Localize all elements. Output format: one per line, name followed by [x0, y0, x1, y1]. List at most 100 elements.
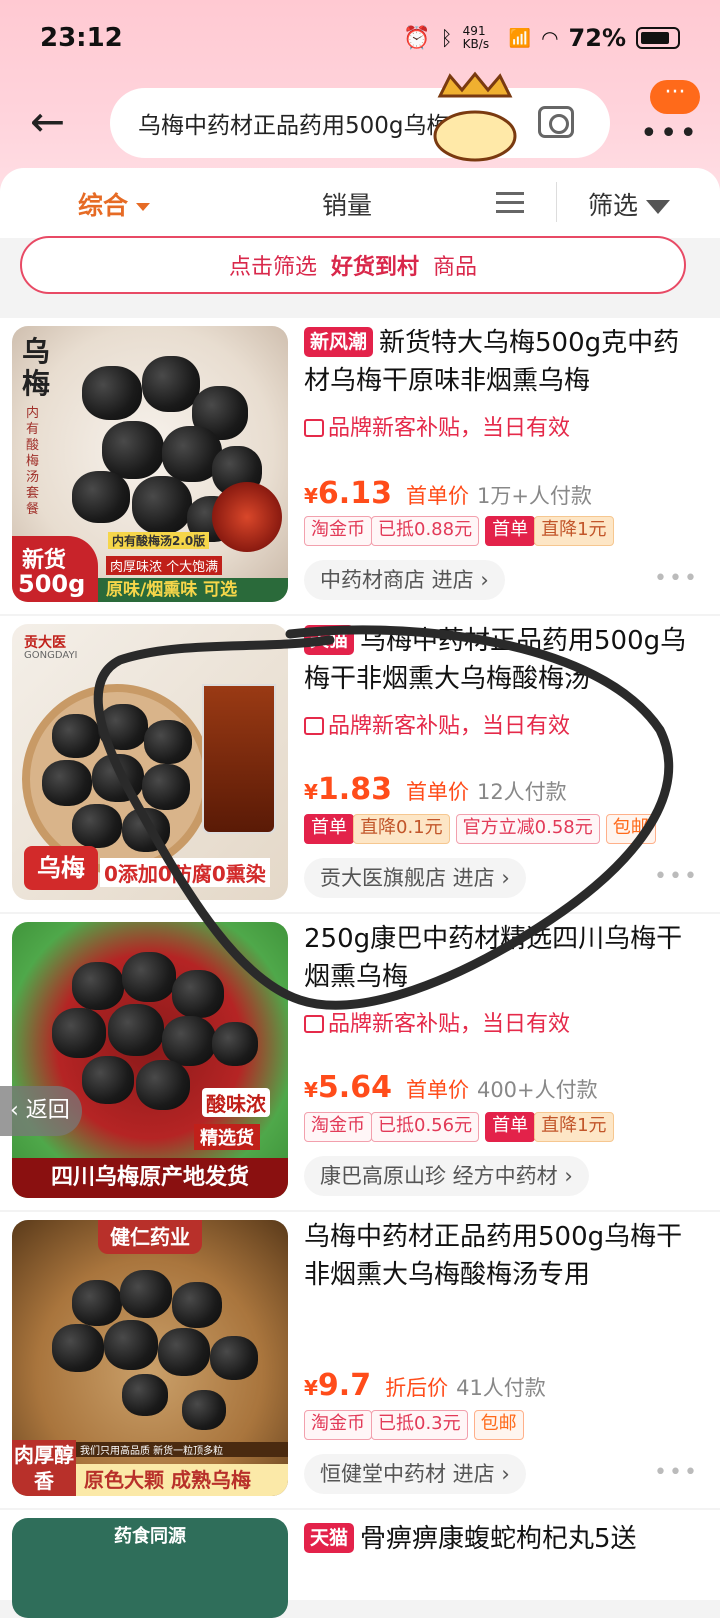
product-card[interactable]: 乌梅 内有酸梅汤套餐 内有酸梅汤2.0版 肉厚味浓 个大饱满 新货 500g 原…	[0, 318, 720, 614]
product-image[interactable]: 药食同源	[12, 1518, 288, 1618]
chip: 直降1元	[534, 1112, 614, 1142]
product-image[interactable]: 健仁药业 肉厚醇香 我们只用高品质 新货一粒顶多粒 原色大颗 成熟乌梅	[12, 1220, 288, 1496]
price-label: 折后价	[385, 1376, 449, 1400]
img-text-a: 贡大医	[24, 635, 66, 651]
price-line: ¥9.7 折后价 41人付款	[304, 1368, 546, 1403]
img-text-g: 肉厚味浓 个大饱满	[106, 556, 223, 575]
banner-part-2: 好货到村	[330, 255, 419, 280]
back-float-button[interactable]: ‹ 返回	[0, 1086, 82, 1136]
product-card[interactable]: 健仁药业 肉厚醇香 我们只用高品质 新货一粒顶多粒 原色大颗 成熟乌梅 乌梅中药…	[0, 1212, 720, 1508]
alarm-icon: ⏰	[403, 25, 431, 51]
battery-percent: 72%	[568, 24, 626, 52]
price-value: 1.83	[317, 772, 392, 807]
chip: 官方立减0.58元	[455, 814, 600, 844]
img-text-a: 药食同源	[114, 1526, 186, 1547]
img-text-c: 原色大颗 成熟乌梅	[76, 1464, 288, 1496]
product-image[interactable]: 乌梅 内有酸梅汤套餐 内有酸梅汤2.0版 肉厚味浓 个大饱满 新货 500g 原…	[12, 326, 288, 602]
message-bubble-icon[interactable]: ···	[650, 80, 700, 114]
promo-chips: 淘金币 已抵0.3元 包邮	[304, 1410, 524, 1440]
chip: 直降0.1元	[353, 814, 450, 844]
more-icon[interactable]: •••	[654, 864, 699, 889]
shop-link[interactable]: 康巴高原山珍 经方中药材 ›	[304, 1156, 589, 1196]
img-text-a: 酸味浓	[202, 1088, 270, 1117]
product-title-text: 250g康巴中药材精选四川乌梅干烟熏乌梅	[304, 924, 683, 992]
more-icon[interactable]: •••	[640, 116, 699, 151]
more-icon[interactable]: •••	[654, 566, 699, 591]
product-image[interactable]: 贡大医 GONGDAYI 乌梅 0添加0防腐0熏染	[12, 624, 288, 900]
img-text-c: 乌梅	[24, 846, 98, 890]
img-text-b: GONGDAYI	[24, 650, 78, 661]
product-card[interactable]: 药食同源 天猫 骨痹痹康蝮蛇枸杞丸5送	[0, 1510, 720, 1618]
chip: 包邮	[605, 814, 656, 844]
sold-count: 41人付款	[456, 1376, 546, 1400]
caret-down-icon	[136, 203, 151, 211]
promo-text: 品牌新客补贴，当日有效	[328, 714, 571, 739]
speaker-icon	[304, 419, 324, 437]
tab-filter[interactable]: 筛选	[588, 186, 671, 222]
promo-line: 品牌新客补贴，当日有效	[304, 1006, 570, 1038]
promo-chips: 淘金币 已抵0.88元 首单 直降1元	[304, 516, 614, 546]
img-text-a: 健仁药业	[98, 1220, 202, 1254]
promo-chips: 首单 直降0.1元 官方立减0.58元 包邮	[304, 814, 656, 844]
product-title[interactable]: 乌梅中药材正品药用500g乌梅干非烟熏大乌梅酸梅汤专用	[304, 1218, 694, 1294]
signal-icon: 📶	[508, 27, 532, 49]
chip: 已抵0.3元	[371, 1410, 468, 1440]
chevron-left-icon: ‹	[10, 1098, 26, 1123]
tab-comprehensive[interactable]: 综合	[78, 186, 151, 222]
wifi-icon: ◠	[541, 26, 559, 50]
shop-link[interactable]: 恒健堂中药材 进店 ›	[304, 1454, 526, 1494]
search-header: ← 乌梅中药材正品药用500g乌梅干 ••• ···	[0, 80, 720, 168]
price-line: ¥5.64 首单价 400+人付款	[304, 1070, 598, 1105]
chip: 已抵0.56元	[371, 1112, 480, 1142]
more-icon[interactable]: •••	[654, 1460, 699, 1485]
sold-count: 400+人付款	[476, 1078, 598, 1102]
status-icons: ⏰ ᛒ 491 KB/s 📶 ◠ 72%	[403, 24, 680, 52]
product-badge: 天猫	[304, 1523, 355, 1553]
sold-count: 12人付款	[476, 780, 567, 804]
chip: 首单	[485, 516, 536, 546]
product-image[interactable]: 酸味浓 精选货 四川乌梅原产地发货	[12, 922, 288, 1198]
img-text-c: 四川乌梅原产地发货	[12, 1158, 288, 1198]
shop-link[interactable]: 贡大医旗舰店 进店 ›	[304, 858, 526, 898]
tab-sales[interactable]: 销量	[322, 186, 372, 222]
speaker-icon	[304, 717, 324, 735]
currency-symbol: ¥	[304, 780, 318, 804]
drink-glass-image	[202, 684, 276, 834]
product-title[interactable]: 天猫 骨痹痹康蝮蛇枸杞丸5送	[304, 1520, 694, 1558]
shop-link[interactable]: 中药材商店 进店 ›	[304, 560, 505, 600]
chip: 淘金币	[304, 1112, 372, 1142]
img-text-e: 原味/烟熏味 可选	[98, 578, 288, 602]
currency-symbol: ¥	[304, 1376, 318, 1400]
chip: 淘金币	[304, 516, 372, 546]
list-view-icon[interactable]	[496, 190, 524, 216]
back-arrow-icon[interactable]: ←	[30, 100, 80, 150]
tab-filter-label: 筛选	[588, 191, 639, 220]
bluetooth-icon: ᛒ	[440, 26, 453, 50]
product-badge: 天猫	[304, 625, 355, 655]
price-line: ¥1.83 首单价 12人付款	[304, 772, 567, 807]
promo-chips: 淘金币 已抵0.56元 首单 直降1元	[304, 1112, 614, 1142]
filter-banner[interactable]: 点击筛选 好货到村 商品	[20, 236, 686, 294]
promo-line: 品牌新客补贴，当日有效	[304, 708, 570, 740]
chip: 包邮	[473, 1410, 524, 1440]
status-time: 23:12	[40, 23, 123, 53]
product-title[interactable]: 天猫 乌梅中药材正品药用500g乌梅干非烟熏大乌梅酸梅汤	[304, 622, 694, 698]
banner-part-3: 商品	[433, 255, 478, 280]
product-title[interactable]: 新风潮 新货特大乌梅500g克中药材乌梅干原味非烟熏乌梅	[304, 324, 694, 400]
sort-bar: 综合 销量 筛选	[0, 168, 720, 238]
product-card[interactable]: 酸味浓 精选货 四川乌梅原产地发货 250g康巴中药材精选四川乌梅干烟熏乌梅 品…	[0, 914, 720, 1210]
price-label: 首单价	[405, 780, 469, 804]
price-value: 6.13	[317, 476, 392, 511]
product-badge: 新风潮	[304, 327, 374, 357]
product-title[interactable]: 250g康巴中药材精选四川乌梅干烟熏乌梅	[304, 920, 694, 996]
img-text-d: 0添加0防腐0熏染	[100, 858, 270, 887]
currency-symbol: ¥	[304, 484, 318, 508]
chip: 首单	[485, 1112, 536, 1142]
product-title-text: 骨痹痹康蝮蛇枸杞丸5送	[360, 1524, 637, 1554]
camera-icon[interactable]	[538, 106, 574, 138]
product-card[interactable]: 贡大医 GONGDAYI 乌梅 0添加0防腐0熏染 天猫 乌梅中药材正品药用500…	[0, 616, 720, 912]
currency-symbol: ¥	[304, 1078, 318, 1102]
banner-part-1: 点击筛选	[228, 255, 317, 280]
filter-icon	[646, 200, 671, 214]
search-box[interactable]: 乌梅中药材正品药用500g乌梅干	[110, 88, 610, 158]
